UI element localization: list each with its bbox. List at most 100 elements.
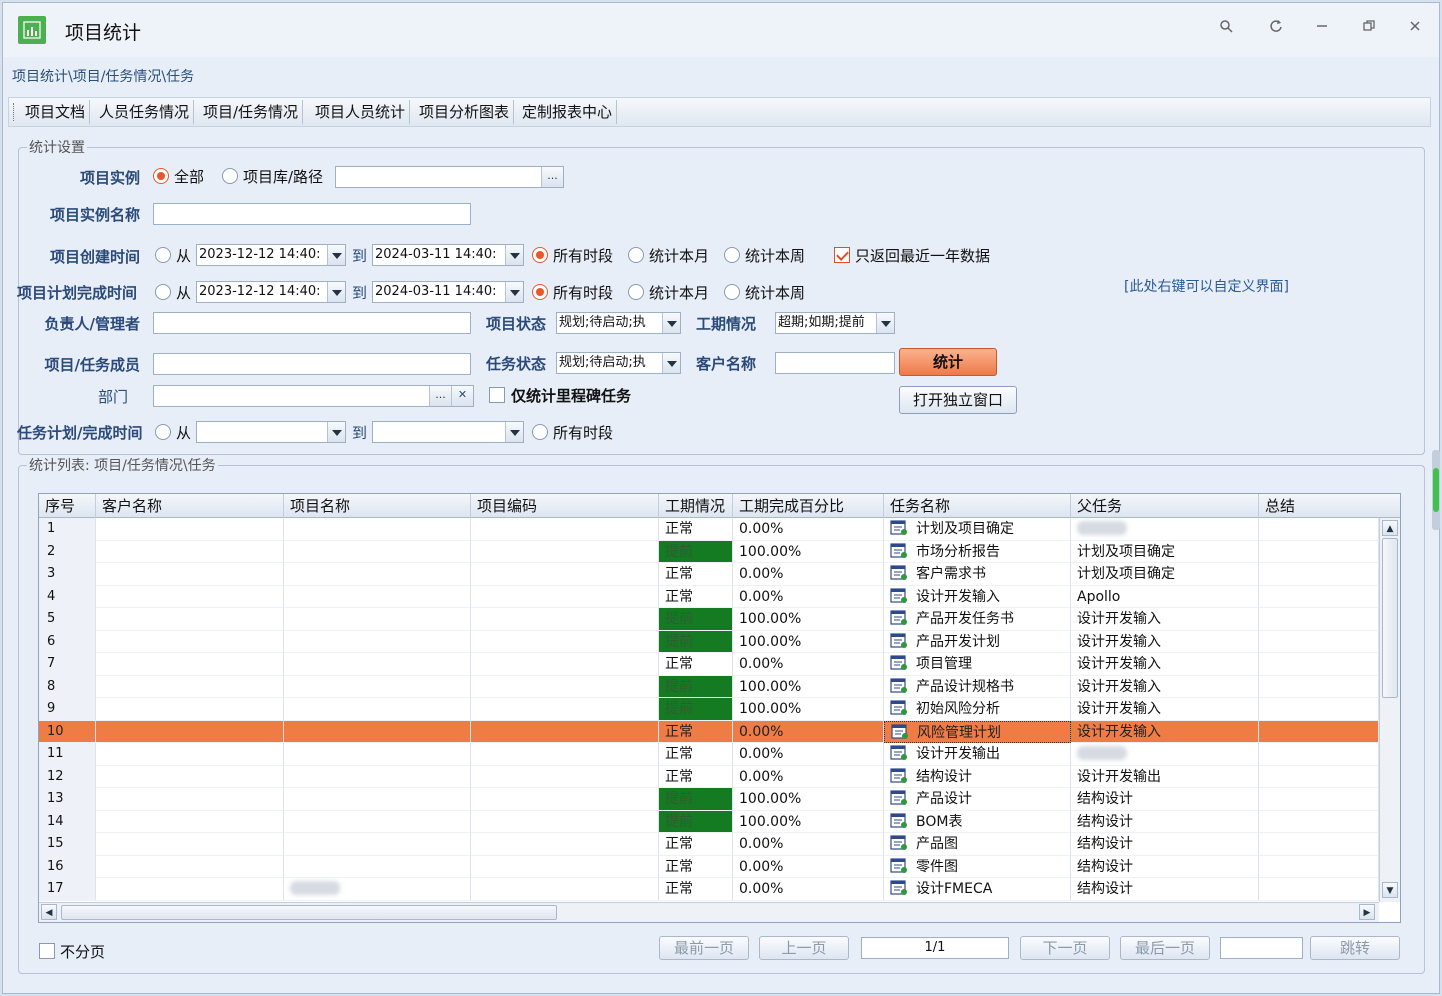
recent-year-label[interactable]: 只返回最近一年数据: [855, 245, 990, 266]
create-from-date[interactable]: 2023-12-12 14:40:: [196, 244, 346, 266]
member-input[interactable]: [153, 353, 471, 375]
col-header-parent[interactable]: 父任务: [1071, 494, 1259, 518]
browse-path-button[interactable]: ...: [541, 167, 563, 187]
col-header-percent[interactable]: 工期完成百分比: [733, 494, 884, 518]
plan-from-date[interactable]: 2023-12-12 14:40:: [196, 281, 346, 303]
plan-all-period-radio[interactable]: [532, 284, 548, 300]
search-icon[interactable]: [1215, 17, 1237, 39]
no-paging-label[interactable]: 不分页: [60, 941, 105, 962]
jump-page-input[interactable]: [1220, 937, 1303, 959]
table-row[interactable]: 13 提前 100.00% 产品设计 结构设计: [39, 788, 1379, 811]
milestone-only-label[interactable]: 仅统计里程碑任务: [511, 385, 631, 406]
task-to-date[interactable]: [372, 421, 524, 443]
side-scroll-thumb[interactable]: [1433, 468, 1439, 512]
scroll-left-icon[interactable]: ◀: [41, 904, 57, 920]
task-from-date[interactable]: [196, 421, 346, 443]
jump-button[interactable]: 跳转: [1310, 936, 1400, 960]
table-row[interactable]: 2 提前 100.00% 市场分析报告 计划及项目确定: [39, 540, 1379, 563]
table-row[interactable]: 10 正常 0.00% 风险管理计划 设计开发输入: [39, 720, 1379, 743]
close-icon[interactable]: [1404, 17, 1426, 39]
col-header-code[interactable]: 项目编码: [471, 494, 659, 518]
task-all-period-radio[interactable]: [532, 424, 548, 440]
owner-input[interactable]: [153, 312, 471, 334]
chevron-down-icon[interactable]: [505, 282, 523, 302]
tab-custom-reports[interactable]: 定制报表中心: [518, 100, 618, 124]
col-header-task[interactable]: 任务名称: [884, 494, 1071, 518]
no-paging-checkbox[interactable]: [39, 943, 55, 959]
plan-to-date[interactable]: 2024-03-11 14:40:: [372, 281, 524, 303]
instance-repo-label[interactable]: 项目库/路径: [243, 166, 323, 187]
table-row[interactable]: 17 正常 0.00% 设计FMECA 结构设计: [39, 878, 1379, 901]
col-header-customer[interactable]: 客户名称: [96, 494, 284, 518]
create-all-period-label[interactable]: 所有时段: [553, 245, 613, 266]
tab-staff-tasks[interactable]: 人员任务情况: [95, 100, 195, 124]
chevron-down-icon[interactable]: [327, 422, 345, 442]
create-this-week-radio[interactable]: [724, 247, 740, 263]
table-row[interactable]: 12 正常 0.00% 结构设计 设计开发输出: [39, 765, 1379, 788]
instance-all-radio[interactable]: [153, 168, 169, 184]
chevron-down-icon[interactable]: [876, 313, 894, 333]
chevron-down-icon[interactable]: [662, 313, 680, 333]
scroll-right-icon[interactable]: ▶: [1359, 904, 1375, 920]
table-row[interactable]: 7 正常 0.00% 项目管理 设计开发输入: [39, 653, 1379, 676]
recent-year-checkbox[interactable]: [834, 247, 850, 263]
chevron-down-icon[interactable]: [662, 353, 680, 373]
plan-this-month-label[interactable]: 统计本月: [649, 282, 709, 303]
instance-path-input[interactable]: ...: [335, 166, 564, 188]
plan-this-week-radio[interactable]: [724, 284, 740, 300]
scroll-down-icon[interactable]: ▼: [1382, 882, 1398, 898]
schedule-select[interactable]: 超期;如期;提前: [775, 312, 895, 334]
table-row[interactable]: 8 提前 100.00% 产品设计规格书 设计开发输入: [39, 675, 1379, 698]
table-row[interactable]: 16 正常 0.00% 零件图 结构设计: [39, 855, 1379, 878]
plan-all-period-label[interactable]: 所有时段: [553, 282, 613, 303]
project-status-select[interactable]: 规划;待启动;执: [556, 312, 681, 334]
task-time-range-radio[interactable]: [155, 424, 171, 440]
tab-project-tasks[interactable]: 项目/任务情况: [199, 100, 304, 124]
instance-repo-radio[interactable]: [222, 168, 238, 184]
first-page-button[interactable]: 最前一页: [659, 936, 749, 960]
table-row[interactable]: 1 正常 0.00% 计划及项目确定: [39, 518, 1379, 541]
chevron-down-icon[interactable]: [327, 245, 345, 265]
chevron-down-icon[interactable]: [505, 245, 523, 265]
table-row[interactable]: 5 提前 100.00% 产品开发任务书 设计开发输入: [39, 608, 1379, 631]
open-window-button[interactable]: 打开独立窗口: [899, 386, 1017, 414]
toolbar-grip[interactable]: [13, 103, 16, 121]
refresh-icon[interactable]: [1265, 17, 1287, 39]
instance-all-label[interactable]: 全部: [174, 166, 204, 187]
prev-page-button[interactable]: 上一页: [759, 936, 849, 960]
minimize-icon[interactable]: [1311, 17, 1333, 39]
stat-button[interactable]: 统计: [899, 348, 997, 376]
dept-input[interactable]: ... ✕: [153, 385, 474, 407]
customize-hint[interactable]: [此处右键可以自定义界面]: [1124, 276, 1289, 296]
col-header-no[interactable]: 序号: [39, 494, 96, 518]
table-row[interactable]: 14 提前 100.00% BOM表 结构设计: [39, 810, 1379, 833]
side-scroll-indicator[interactable]: [1432, 450, 1440, 530]
col-header-project[interactable]: 项目名称: [284, 494, 471, 518]
table-row[interactable]: 15 正常 0.00% 产品图 结构设计: [39, 833, 1379, 856]
col-header-schedule[interactable]: 工期情况: [659, 494, 733, 518]
create-to-date[interactable]: 2024-03-11 14:40:: [372, 244, 524, 266]
horizontal-scroll-thumb[interactable]: [61, 905, 557, 920]
table-row[interactable]: 3 正常 0.00% 客户需求书 计划及项目确定: [39, 563, 1379, 586]
create-this-month-label[interactable]: 统计本月: [649, 245, 709, 266]
tab-analysis-charts[interactable]: 项目分析图表: [415, 100, 515, 124]
vertical-scroll-thumb[interactable]: [1382, 538, 1398, 698]
tab-project-docs[interactable]: 项目文档: [21, 100, 91, 124]
create-this-month-radio[interactable]: [628, 247, 644, 263]
chevron-down-icon[interactable]: [327, 282, 345, 302]
last-page-button[interactable]: 最后一页: [1120, 936, 1210, 960]
table-row[interactable]: 9 提前 100.00% 初始风险分析 设计开发输入: [39, 698, 1379, 721]
chevron-down-icon[interactable]: [505, 422, 523, 442]
col-header-summary[interactable]: 总结: [1259, 494, 1400, 518]
table-row[interactable]: 6 提前 100.00% 产品开发计划 设计开发输入: [39, 630, 1379, 653]
vertical-scrollbar[interactable]: ▲ ▼: [1379, 518, 1400, 902]
instance-name-input[interactable]: [153, 203, 471, 225]
clear-dept-button[interactable]: ✕: [451, 386, 473, 406]
create-this-week-label[interactable]: 统计本周: [745, 245, 805, 266]
table-row[interactable]: 4 正常 0.00% 设计开发输入 Apollo: [39, 585, 1379, 608]
milestone-only-checkbox[interactable]: [489, 387, 505, 403]
task-all-period-label[interactable]: 所有时段: [553, 422, 613, 443]
plan-this-month-radio[interactable]: [628, 284, 644, 300]
browse-dept-button[interactable]: ...: [429, 386, 451, 406]
create-time-range-radio[interactable]: [155, 247, 171, 263]
